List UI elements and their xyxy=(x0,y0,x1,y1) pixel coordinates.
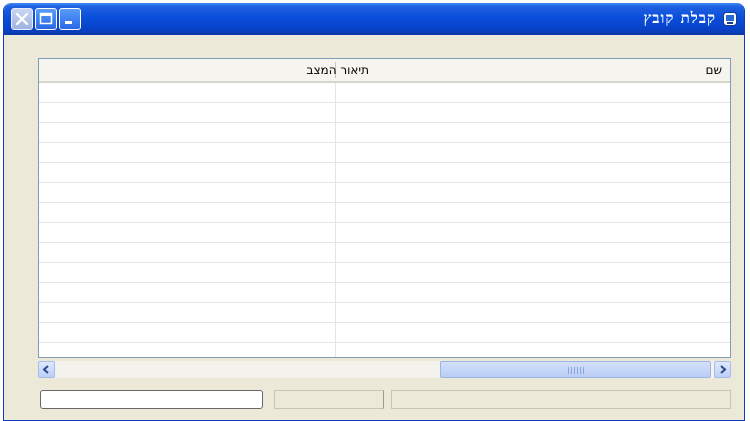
scroll-left-button[interactable] xyxy=(38,361,55,378)
horizontal-scrollbar[interactable] xyxy=(38,361,731,378)
scroll-thumb[interactable] xyxy=(440,361,711,378)
status-panel xyxy=(274,390,384,409)
minimize-icon xyxy=(65,21,72,24)
scroll-right-button[interactable] xyxy=(714,361,731,378)
close-icon xyxy=(15,12,29,26)
column-grid-line xyxy=(335,83,336,357)
maximize-button[interactable] xyxy=(35,8,57,30)
app-icon xyxy=(723,12,737,26)
list-header: שם תיאור המצב xyxy=(39,59,730,83)
chevron-right-icon xyxy=(720,365,727,374)
progress-bar xyxy=(40,390,263,409)
file-list-view[interactable]: שם תיאור המצב xyxy=(38,58,731,358)
window-title: קבלת קובץ xyxy=(643,9,716,27)
list-rows[interactable] xyxy=(39,83,730,357)
title-bar[interactable]: קבלת קובץ xyxy=(4,3,744,35)
status-message-panel xyxy=(391,390,731,409)
maximize-icon xyxy=(39,12,53,25)
chevron-left-icon xyxy=(42,365,49,374)
column-header-status-description[interactable]: תיאור המצב xyxy=(307,59,370,81)
close-button[interactable] xyxy=(11,8,33,30)
scroll-grip xyxy=(568,367,584,374)
column-header-name[interactable]: שם xyxy=(706,59,722,81)
minimize-button[interactable] xyxy=(59,8,81,30)
file-receive-window: קבלת קובץ שם תיאור המצב xyxy=(3,3,745,421)
